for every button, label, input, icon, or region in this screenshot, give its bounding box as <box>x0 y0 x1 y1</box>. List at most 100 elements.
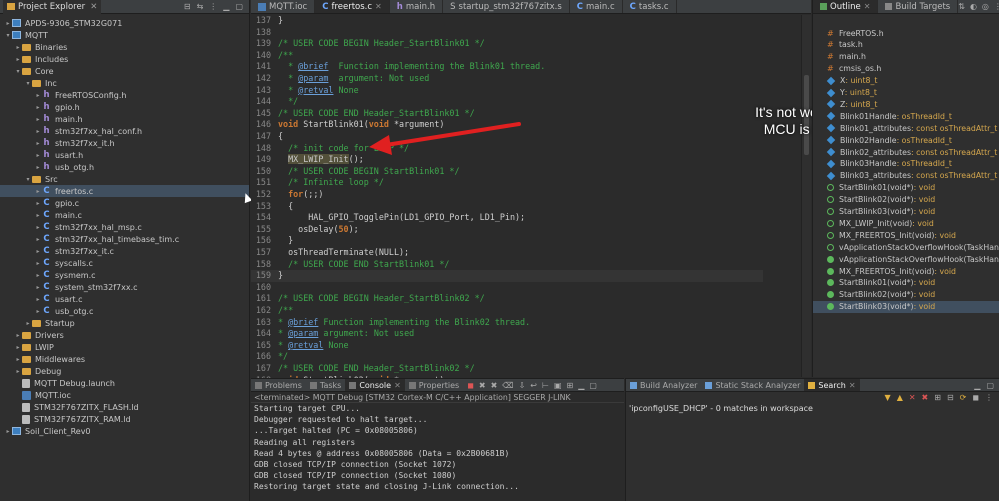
collapse-all-icon[interactable]: ⊟ <box>947 393 954 402</box>
outline-item[interactable]: MX_FREERTOS_Init(void) : void <box>813 265 999 277</box>
cancel-search-icon[interactable]: ◼ <box>972 393 979 402</box>
pin-console-icon[interactable]: ⊢ <box>542 381 549 390</box>
expand-arrow-icon[interactable]: ▸ <box>34 212 42 219</box>
remove-match-icon[interactable]: ✕ <box>909 393 916 402</box>
tree-item[interactable]: ▾ Inc <box>0 77 249 89</box>
expand-arrow-icon[interactable]: ▸ <box>34 236 42 243</box>
expand-arrow-icon[interactable]: ▾ <box>4 32 12 39</box>
previous-match-icon[interactable]: ▲ <box>897 393 903 402</box>
outline-item[interactable]: Blink03_attributes : const osThreadAttr_… <box>813 170 999 182</box>
tree-item[interactable]: ▸ Csyscalls.c <box>0 257 249 269</box>
tree-item[interactable]: MQTT Debug.launch <box>0 377 249 389</box>
outline-item[interactable]: vApplicationStackOverflowHook(TaskHandle… <box>813 253 999 265</box>
terminate-icon[interactable]: ◼ <box>467 381 474 390</box>
close-icon[interactable]: ✕ <box>394 381 401 390</box>
expand-arrow-icon[interactable]: ▸ <box>34 164 42 171</box>
console-tab[interactable]: Tasks <box>306 379 345 391</box>
expand-arrow-icon[interactable]: ▸ <box>34 296 42 303</box>
remove-launch-icon[interactable]: ✖ <box>479 381 486 390</box>
view-menu-icon[interactable]: ⋮ <box>209 2 217 11</box>
hide-static-icon[interactable]: ◎ <box>982 2 989 11</box>
tree-item[interactable]: ▸ APDS-9306_STM32G071 <box>0 17 249 29</box>
expand-arrow-icon[interactable]: ▸ <box>24 320 32 327</box>
expand-arrow-icon[interactable]: ▸ <box>14 44 22 51</box>
tree-item[interactable]: ▸ Csystem_stm32f7xx.c <box>0 281 249 293</box>
collapse-all-icon[interactable]: ⊟ <box>184 2 191 11</box>
expand-arrow-icon[interactable]: ▸ <box>34 200 42 207</box>
outline-item[interactable]: StartBlink03(void*) : void <box>813 300 999 313</box>
console-tab[interactable]: Problems <box>251 379 306 391</box>
tree-item[interactable]: ▸ Debug <box>0 365 249 377</box>
editor-tab[interactable]: h main.h <box>390 0 444 13</box>
expand-arrow-icon[interactable]: ▸ <box>34 272 42 279</box>
console-tab[interactable]: Console ✕ <box>345 379 405 391</box>
code-area[interactable]: 137} 138 139/* USER CODE BEGIN Header_Star… <box>251 15 801 408</box>
minimize-icon[interactable]: ▁ <box>578 381 584 390</box>
outline-item[interactable]: # main.h <box>813 51 999 63</box>
console-output[interactable]: Starting target CPU... Debugger requested… <box>251 403 624 493</box>
close-icon[interactable]: ✕ <box>864 2 871 11</box>
expand-arrow-icon[interactable]: ▸ <box>34 128 42 135</box>
remove-all-icon[interactable]: ✖ <box>922 393 929 402</box>
expand-arrow-icon[interactable]: ▸ <box>34 116 42 123</box>
editor-tab[interactable]: Ctasks.c <box>623 0 677 13</box>
outline-item[interactable]: MX_FREERTOS_Init(void) : void <box>813 229 999 241</box>
editor-tab[interactable]: Cmain.c <box>570 0 623 13</box>
outline-item[interactable]: Blink02Handle : osThreadId_t <box>813 134 999 146</box>
tree-item[interactable]: ▸ Middlewares <box>0 353 249 365</box>
console-tab[interactable]: Properties <box>405 379 463 391</box>
refresh-search-icon[interactable]: ⟳ <box>960 393 967 402</box>
tree-item[interactable]: ▸ Cusart.c <box>0 293 249 305</box>
maximize-icon[interactable]: ▢ <box>235 2 243 11</box>
outline-item[interactable]: StartBlink02(void*) : void <box>813 194 999 206</box>
maximize-icon[interactable]: ▢ <box>589 381 597 390</box>
expand-arrow-icon[interactable]: ▸ <box>4 20 12 27</box>
expand-arrow-icon[interactable]: ▸ <box>34 152 42 159</box>
editor-tab[interactable]: Sstartup_stm32f767zitx.s <box>443 0 570 13</box>
tab-project-explorer[interactable]: Project Explorer ✕ <box>3 0 102 14</box>
remove-all-icon[interactable]: ✖ <box>491 381 498 390</box>
expand-arrow-icon[interactable]: ▸ <box>34 188 42 195</box>
expand-arrow-icon[interactable]: ▸ <box>14 344 22 351</box>
tree-item[interactable]: ▾ Src <box>0 173 249 185</box>
view-menu-icon[interactable]: ⋮ <box>994 2 999 11</box>
maximize-icon[interactable]: ▢ <box>986 381 994 390</box>
outline-item[interactable]: StartBlink01(void*) : void <box>813 277 999 289</box>
tree-item[interactable]: ▸ h usb_otg.h <box>0 161 249 173</box>
close-icon[interactable]: ✕ <box>375 2 382 11</box>
tree-item[interactable]: ▸ Cusb_otg.c <box>0 305 249 317</box>
tree-item[interactable]: ▸ h FreeRTOSConfig.h <box>0 89 249 101</box>
outline-item[interactable]: Blink01Handle : osThreadId_t <box>813 110 999 122</box>
tree-item[interactable]: ▸ Cstm32f7xx_hal_msp.c <box>0 221 249 233</box>
outline-item[interactable]: # cmsis_os.h <box>813 63 999 75</box>
expand-arrow-icon[interactable]: ▸ <box>34 140 42 147</box>
tree-item[interactable]: ▸ Soil_Client_Rev0 <box>0 425 249 437</box>
new-console-icon[interactable]: ⊞ <box>567 381 574 390</box>
outline-item[interactable]: Blink01_attributes : const osThreadAttr_… <box>813 122 999 134</box>
sort-icon[interactable]: ⇅ <box>958 2 965 11</box>
tree-item[interactable]: MQTT.ioc <box>0 389 249 401</box>
close-icon[interactable]: ✕ <box>90 2 97 12</box>
outline-item[interactable]: Z : uint8_t <box>813 98 999 110</box>
tree-item[interactable]: ▸ Csysmem.c <box>0 269 249 281</box>
expand-arrow-icon[interactable]: ▸ <box>34 92 42 99</box>
expand-arrow-icon[interactable]: ▸ <box>34 284 42 291</box>
tree-item[interactable]: STM32F767ZITX_FLASH.ld <box>0 401 249 413</box>
tree-item[interactable]: ▸ h usart.h <box>0 149 249 161</box>
tree-item[interactable]: ▸ Drivers <box>0 329 249 341</box>
tree-item[interactable]: ▸ Cfreertos.c <box>0 185 249 197</box>
tree-item[interactable]: ▸ LWIP <box>0 341 249 353</box>
editor-tab[interactable]: Cfreertos.c ✕ <box>315 0 390 13</box>
view-menu-icon[interactable]: ⋮ <box>985 393 993 402</box>
tree-item[interactable]: ▸ h stm32f7xx_hal_conf.h <box>0 125 249 137</box>
search-tab[interactable]: Static Stack Analyzer <box>701 379 804 391</box>
expand-arrow-icon[interactable]: ▸ <box>4 428 12 435</box>
outline-tab[interactable]: Build Targets <box>878 0 959 13</box>
tree-item[interactable]: ▾ Core <box>0 65 249 77</box>
outline-item[interactable]: Y : uint8_t <box>813 87 999 99</box>
expand-arrow-icon[interactable]: ▸ <box>14 56 22 63</box>
expand-arrow-icon[interactable]: ▸ <box>34 224 42 231</box>
expand-arrow-icon[interactable]: ▸ <box>34 104 42 111</box>
outline-item[interactable]: vApplicationStackOverflowHook(TaskHandle… <box>813 241 999 253</box>
editor-tab[interactable]: MQTT.ioc <box>251 0 316 13</box>
